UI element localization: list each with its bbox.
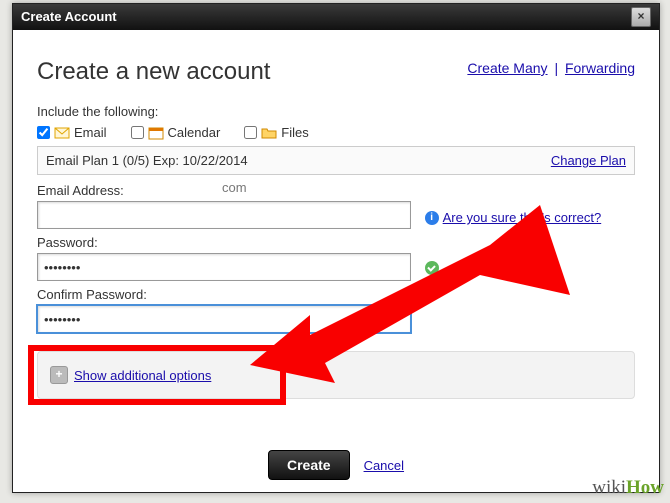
password-label: Password: xyxy=(37,235,635,250)
email-checkbox[interactable] xyxy=(37,126,50,139)
close-icon[interactable]: × xyxy=(631,7,651,27)
include-calendar[interactable]: Calendar xyxy=(131,125,221,140)
watermark-how: How xyxy=(626,477,664,498)
calendar-checkbox[interactable] xyxy=(131,126,144,139)
show-additional-options-link[interactable]: Show additional options xyxy=(74,368,211,383)
plan-box: Email Plan 1 (0/5) Exp: 10/22/2014 Chang… xyxy=(37,146,635,175)
info-icon: i xyxy=(425,211,439,225)
include-label: Include the following: xyxy=(37,104,635,119)
plan-text: Email Plan 1 (0/5) Exp: 10/22/2014 xyxy=(46,153,248,168)
create-button[interactable]: Create xyxy=(268,450,350,480)
email-field[interactable] xyxy=(37,201,411,229)
folder-icon xyxy=(261,126,277,140)
link-separator: | xyxy=(554,60,558,76)
include-email[interactable]: Email xyxy=(37,125,107,140)
forwarding-link[interactable]: Forwarding xyxy=(565,60,635,76)
include-email-label: Email xyxy=(74,125,107,140)
confirm-password-label: Confirm Password: xyxy=(37,287,635,302)
files-checkbox[interactable] xyxy=(244,126,257,139)
include-files[interactable]: Files xyxy=(244,125,308,140)
titlebar: Create Account × xyxy=(13,4,659,30)
include-calendar-label: Calendar xyxy=(168,125,221,140)
check-icon xyxy=(425,261,439,275)
include-row: Email Calendar Files xyxy=(37,125,635,140)
create-account-dialog: Create Account × Create Many | Forwardin… xyxy=(12,3,660,493)
button-bar: Create Cancel xyxy=(13,450,659,480)
additional-options-box: + Show additional options xyxy=(37,351,635,399)
mail-icon xyxy=(54,126,70,140)
include-files-label: Files xyxy=(281,125,308,140)
email-label: Email Address: xyxy=(37,183,635,198)
top-links: Create Many | Forwarding xyxy=(467,60,635,76)
wikihow-watermark: wikiHow xyxy=(592,477,664,499)
create-many-link[interactable]: Create Many xyxy=(467,60,547,76)
watermark-wiki: wiki xyxy=(592,477,626,498)
confirm-password-field[interactable] xyxy=(37,305,411,333)
change-plan-link[interactable]: Change Plan xyxy=(551,153,626,168)
dialog-title: Create Account xyxy=(21,4,117,30)
calendar-icon xyxy=(148,126,164,140)
password-field[interactable] xyxy=(37,253,411,281)
email-hint-link[interactable]: Are you sure that's correct? xyxy=(443,210,602,225)
plus-icon[interactable]: + xyxy=(50,366,68,384)
cancel-link[interactable]: Cancel xyxy=(364,458,404,473)
